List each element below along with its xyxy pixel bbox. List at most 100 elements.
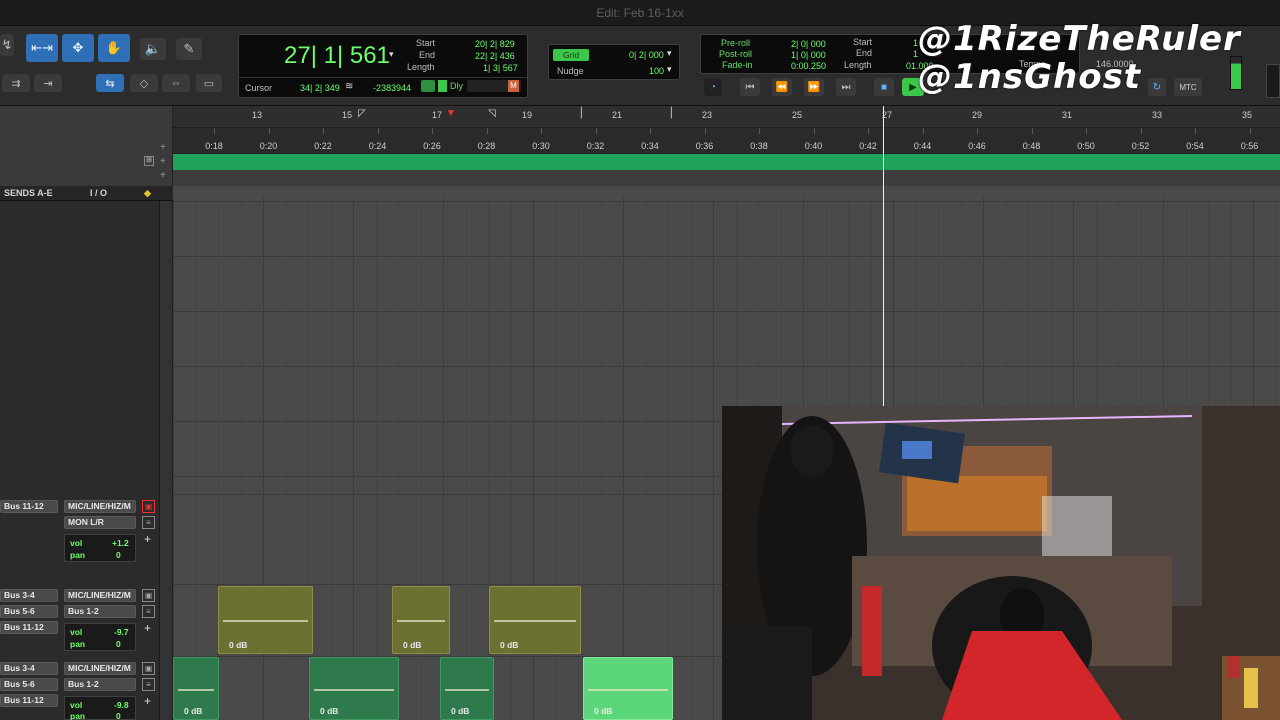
bar-tick-label: 23 [701, 110, 713, 120]
track-2-send-b[interactable]: Bus 5-6 [0, 605, 58, 618]
postroll-value[interactable]: 1| 0| 000 [791, 50, 826, 60]
time-tick [1086, 128, 1087, 134]
ruler-marker-icon[interactable]: ◹ [488, 108, 496, 119]
shuffle-icon[interactable]: ↯ [0, 34, 14, 56]
nudge-value[interactable]: 100 [649, 66, 664, 76]
preroll-value[interactable]: 2| 0| 000 [791, 39, 826, 49]
track-3-send-c[interactable]: Bus 11-12 [0, 694, 58, 707]
track-2-send-c[interactable]: Bus 11-12 [0, 621, 58, 634]
track-1-input-selector[interactable]: MIC/LINE/HIZ/M [64, 500, 136, 513]
track-1-vol-value[interactable]: +1.2 [112, 538, 129, 548]
track-2-pan-value[interactable]: 0 [116, 639, 121, 649]
track-1-add-icon[interactable]: + [144, 532, 151, 546]
pencil-tool-icon[interactable]: ✎ [176, 38, 202, 60]
playhead-cursor[interactable] [883, 106, 884, 406]
marker-lane[interactable] [173, 154, 1280, 170]
track-2-vol-value[interactable]: -9.7 [114, 627, 129, 637]
add-marker-icon[interactable]: + [160, 156, 166, 167]
online-icon[interactable]: ◔ [704, 78, 722, 96]
grid-dropdown-icon[interactable]: ▾ [667, 48, 672, 59]
track-2-add-icon[interactable]: + [144, 621, 151, 635]
sel-end-value[interactable]: 22| 2| 436 [475, 51, 515, 61]
trim-tool-icon[interactable]: ✥ [62, 34, 94, 62]
delay-compensation-icon[interactable] [438, 80, 447, 92]
audio-clip[interactable]: 0 dB [309, 657, 399, 720]
nudge-dropdown-icon[interactable]: ▾ [667, 64, 672, 75]
track-1-output-selector[interactable]: MON L/R [64, 516, 136, 529]
ruler-marker-icon[interactable]: ▏ [581, 108, 589, 119]
track-3-pan-value[interactable]: 0 [116, 711, 121, 720]
m-badge-icon[interactable]: M [508, 80, 519, 92]
audio-clip[interactable]: 0 dB [218, 586, 313, 654]
add-ruler-icon[interactable]: + [160, 142, 166, 153]
track-3-send-a[interactable]: Bus 3-4 [0, 662, 58, 675]
clip-gain-label[interactable]: 0 dB [500, 640, 518, 650]
zoom-toggle-icon[interactable]: ⇉ [2, 74, 30, 92]
return-to-zero-icon[interactable]: ⏮ [740, 78, 760, 96]
track-3-vol-value[interactable]: -9.8 [114, 700, 129, 710]
add-tempo-icon[interactable]: + [160, 170, 166, 181]
ruler-marker-icon[interactable]: ◸ [358, 108, 366, 119]
ruler-marker-icon[interactable]: ▏ [671, 108, 679, 119]
fadein-label[interactable]: Fade-in [722, 60, 753, 70]
grid-line [645, 198, 647, 720]
rewind-icon[interactable]: ⏪ [772, 78, 792, 96]
clip-gain-label[interactable]: 0 dB [320, 706, 338, 716]
track-separator [173, 201, 1280, 202]
zoomer-tool-icon[interactable]: ⇤⇥ [26, 34, 58, 62]
track-3-menu-icon[interactable]: ≡ [142, 678, 155, 691]
track-1-pan-value[interactable]: 0 [116, 550, 121, 560]
track-3-input-selector[interactable]: MIC/LINE/HIZ/M [64, 662, 136, 675]
audio-clip[interactable]: 0 dB [392, 586, 450, 654]
insertion-follows-icon[interactable]: ▭ [196, 74, 222, 92]
main-counter[interactable]: 27| 1| 561 [284, 42, 390, 70]
track-3-add-icon[interactable]: + [144, 694, 151, 708]
track-1-record-icon[interactable]: ▣ [142, 500, 155, 513]
audio-clip[interactable]: 0 dB [489, 586, 581, 654]
fadein-value[interactable]: 0:00.250 [791, 61, 826, 71]
link-timeline-icon[interactable]: ⇆ [96, 74, 124, 92]
audio-clip[interactable]: 0 dB [583, 657, 673, 720]
clip-gain-label[interactable]: 0 dB [229, 640, 247, 650]
meter-buttons[interactable]: M [467, 80, 521, 92]
clip-waveform [178, 688, 214, 691]
track-3-send-b[interactable]: Bus 5-6 [0, 678, 58, 691]
track-3-record-icon[interactable]: ▣ [142, 662, 155, 675]
minsecs-ruler[interactable]: 0:18 0:20 0:22 0:24 0:26 0:28 0:30 0:32 0:34 0:36… [173, 128, 1280, 154]
track-2-input-selector[interactable]: MIC/LINE/HIZ/M [64, 589, 136, 602]
track-2-menu-icon[interactable]: ≡ [142, 605, 155, 618]
fast-forward-icon[interactable]: ⏩ [804, 78, 824, 96]
clip-gain-label[interactable]: 0 dB [451, 706, 469, 716]
clip-gain-label[interactable]: 0 dB [184, 706, 202, 716]
counter-dropdown-icon[interactable]: ▾ [389, 49, 394, 60]
preroll-label[interactable]: Pre-roll [721, 38, 750, 48]
grabber-tool-icon[interactable]: ✋ [98, 34, 130, 62]
clip-gain-label[interactable]: 0 dB [594, 706, 612, 716]
mirror-midi-icon[interactable]: ⇔ [162, 74, 190, 92]
tab-to-transient-icon[interactable]: ⇥ [34, 74, 62, 92]
ruler-view-icon[interactable]: ⊞ [144, 156, 154, 166]
track-2-send-a[interactable]: Bus 3-4 [0, 589, 58, 602]
track-2-output-selector[interactable]: Bus 1-2 [64, 605, 136, 618]
postroll-label[interactable]: Post-roll [719, 49, 752, 59]
clip-gain-label[interactable]: 0 dB [403, 640, 421, 650]
sel-start-value[interactable]: 20| 2| 829 [475, 39, 515, 49]
stop-icon[interactable]: ■ [874, 78, 894, 96]
midi-icon[interactable] [421, 80, 435, 92]
track-3-output-selector[interactable]: Bus 1-2 [64, 678, 136, 691]
ruler-marker-icon[interactable]: ▼ [446, 108, 456, 119]
sel-length-value[interactable]: 1| 3| 567 [483, 63, 518, 73]
track-1-output-bus[interactable]: Bus 11-12 [0, 500, 58, 513]
audio-clip[interactable]: 0 dB [173, 657, 219, 720]
go-to-end-icon[interactable]: ⏭ [836, 78, 856, 96]
grid-toggle[interactable]: Grid [553, 49, 589, 61]
link-track-icon[interactable]: ◇ [130, 74, 158, 92]
view-selector-icon[interactable]: ◆ [144, 188, 151, 199]
grid-value[interactable]: 0| 2| 000 [629, 50, 664, 60]
audio-clip[interactable]: 0 dB [440, 657, 494, 720]
track-1-menu-icon[interactable]: ≡ [142, 516, 155, 529]
speaker-icon[interactable]: 🔈 [140, 38, 166, 60]
clip-waveform [223, 620, 308, 622]
bars-beats-ruler[interactable]: 13 15 17 19 21 23 25 27 29 31 33 35 ◸ ▼ ◹ ▏ ▏ [173, 106, 1280, 128]
track-2-record-icon[interactable]: ▣ [142, 589, 155, 602]
